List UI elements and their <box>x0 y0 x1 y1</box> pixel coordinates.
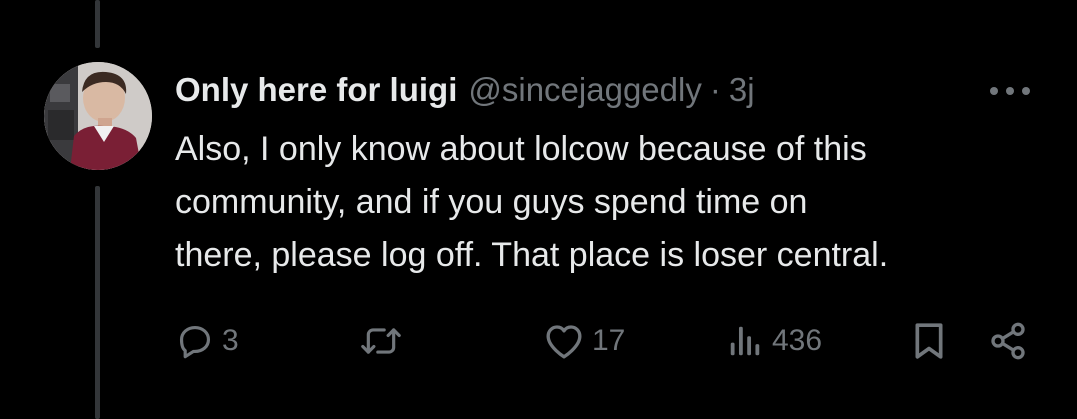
bookmark-button[interactable] <box>910 317 948 365</box>
tweet-header: Only here for luigi @sincejaggedly · 3j <box>175 68 755 112</box>
header-separator: · <box>709 71 721 108</box>
repost-icon <box>358 322 404 360</box>
thread-connector-line <box>95 186 100 419</box>
bookmark-icon <box>910 321 948 361</box>
author-handle[interactable]: @sincejaggedly <box>468 71 701 109</box>
repost-button[interactable] <box>358 317 412 365</box>
author-display-name[interactable]: Only here for luigi <box>175 71 457 109</box>
share-icon <box>988 321 1028 361</box>
timestamp[interactable]: 3j <box>729 71 755 109</box>
reply-icon <box>176 322 214 360</box>
views-button[interactable]: 436 <box>726 317 822 365</box>
like-count: 17 <box>592 324 626 357</box>
reply-button[interactable]: 3 <box>176 317 239 365</box>
reply-count: 3 <box>222 324 239 357</box>
avatar[interactable] <box>44 62 152 170</box>
views-count: 436 <box>772 324 823 357</box>
avatar-image <box>44 62 152 170</box>
more-horizontal-icon <box>988 86 1032 96</box>
analytics-icon <box>726 322 764 360</box>
tweet-text: Also, I only know about lolcow because o… <box>175 130 889 274</box>
thread-connector-line <box>95 0 100 48</box>
share-button[interactable] <box>988 317 1028 365</box>
like-button[interactable]: 17 <box>544 317 625 365</box>
more-options-button[interactable] <box>986 78 1034 104</box>
heart-icon <box>544 322 584 360</box>
